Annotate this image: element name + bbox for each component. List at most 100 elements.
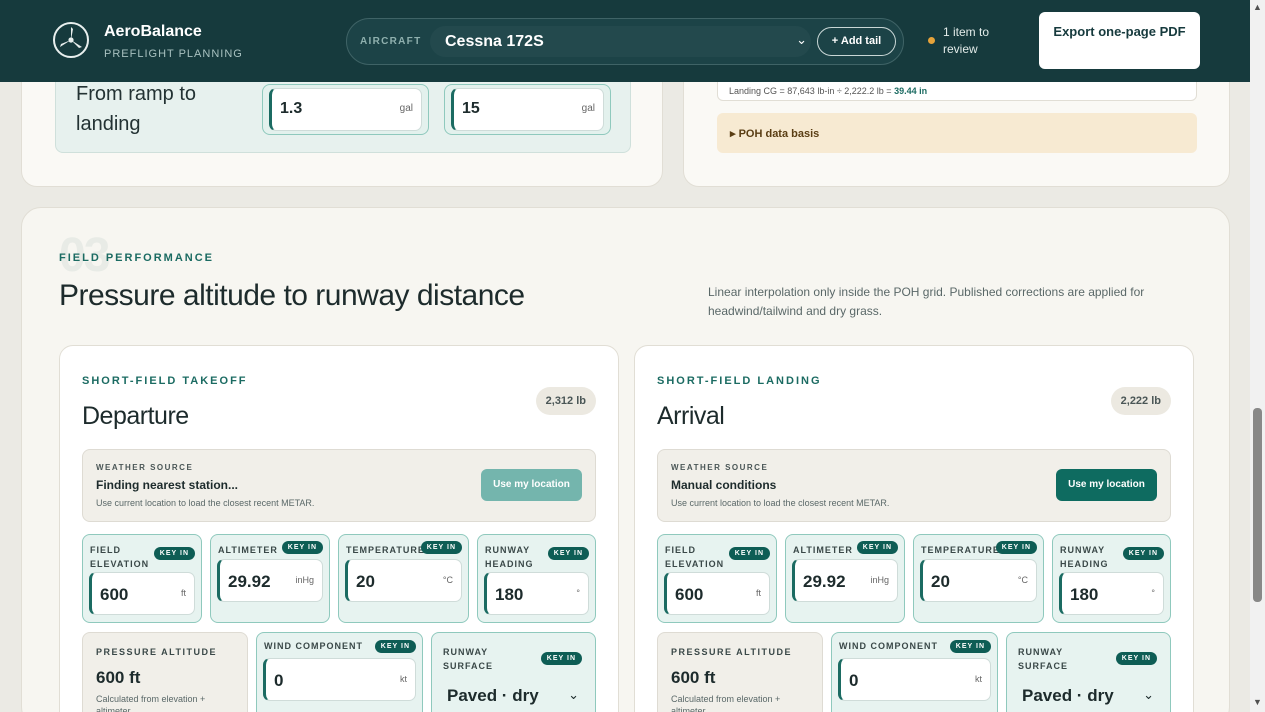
- field-performance-section: 03 FIELD PERFORMANCE Pressure altitude t…: [21, 207, 1230, 712]
- weather-status: Manual conditions: [671, 478, 777, 492]
- poh-data-basis-toggle[interactable]: ▸ POH data basis: [717, 113, 1197, 153]
- field-elevation-label: FIELD ELEVATION: [90, 545, 150, 569]
- runway-surface-select[interactable]: RUNWAY SURFACE KEY IN Paved · dry ⌄: [431, 632, 596, 712]
- wind-component-unit: kt: [974, 674, 982, 684]
- key-in-badge: KEY IN: [1122, 547, 1164, 560]
- pressure-altitude-value: 600 ft: [671, 668, 716, 687]
- section-eyebrow: FIELD PERFORMANCE: [59, 252, 214, 264]
- key-in-badge: KEY IN: [1115, 652, 1157, 665]
- pressure-altitude-readout: PRESSURE ALTITUDE 600 ft Calculated from…: [82, 632, 248, 712]
- wind-component-label: WIND COMPONENT: [839, 641, 938, 651]
- review-status-link[interactable]: 1 item to review: [943, 24, 1013, 58]
- wind-component-field: WIND COMPONENT KEY IN 0 kt: [831, 632, 998, 712]
- scroll-down-arrow-icon[interactable]: ▼: [1253, 697, 1262, 707]
- fuel-input-1[interactable]: 1.3 gal: [269, 88, 422, 131]
- scrollbar-thumb[interactable]: [1253, 408, 1262, 602]
- fuel-input-2-unit: gal: [581, 103, 595, 114]
- altimeter-unit: inHg: [870, 575, 889, 585]
- runway-heading-field: RUNWAY HEADING KEY IN 180 °: [477, 534, 596, 623]
- export-pdf-button[interactable]: Export one-page PDF: [1039, 12, 1200, 69]
- wind-component-label: WIND COMPONENT: [264, 641, 363, 651]
- top-bar: AeroBalance PREFLIGHT PLANNING AIRCRAFT …: [0, 0, 1250, 82]
- aircraft-select[interactable]: Cessna 172S ⌄: [430, 26, 811, 57]
- fuel-input-2[interactable]: 15 gal: [451, 88, 604, 131]
- fuel-input-1-value: 1.3: [280, 100, 303, 117]
- takeoff-weather-source: WEATHER SOURCE Finding nearest station..…: [82, 449, 596, 522]
- temperature-input[interactable]: 20 °C: [920, 559, 1037, 602]
- runway-surface-value: Paved · dry: [447, 686, 539, 705]
- altimeter-value: 29.92: [803, 572, 846, 591]
- key-in-badge: KEY IN: [540, 652, 582, 665]
- use-my-location-button[interactable]: Use my location: [1056, 469, 1157, 501]
- pressure-altitude-help: Calculated from elevation + altimeter: [671, 694, 781, 712]
- field-elevation-label: FIELD ELEVATION: [665, 545, 725, 569]
- fuel-input-2-value: 15: [462, 100, 480, 117]
- field-elevation-input[interactable]: 600 ft: [664, 572, 770, 615]
- pressure-altitude-value: 600 ft: [96, 668, 141, 687]
- runway-heading-input[interactable]: 180 °: [484, 572, 589, 615]
- key-in-badge: KEY IN: [153, 547, 195, 560]
- takeoff-weight-badge: 2,312 lb: [535, 387, 596, 415]
- key-in-badge: KEY IN: [420, 541, 462, 554]
- runway-heading-label: RUNWAY HEADING: [485, 545, 534, 569]
- takeoff-title: Departure: [82, 402, 189, 430]
- landing-weather-source: WEATHER SOURCE Manual conditions Use cur…: [657, 449, 1171, 522]
- chevron-down-icon: ⌄: [796, 32, 807, 47]
- temperature-unit: °C: [1017, 575, 1028, 585]
- brand-name: AeroBalance: [104, 23, 202, 40]
- temperature-value: 20: [931, 572, 950, 591]
- runway-heading-field: RUNWAY HEADING KEY IN 180 °: [1052, 534, 1171, 623]
- key-in-badge: KEY IN: [547, 547, 589, 560]
- key-in-badge: KEY IN: [281, 541, 323, 554]
- key-in-badge: KEY IN: [949, 640, 991, 653]
- add-tail-button[interactable]: + Add tail: [817, 27, 896, 56]
- weather-help: Use current location to load the closest…: [96, 498, 315, 508]
- landing-eyebrow: SHORT-FIELD LANDING: [657, 375, 822, 387]
- runway-surface-value: Paved · dry: [1022, 686, 1114, 705]
- page-scrollbar[interactable]: ▲ ▼: [1250, 0, 1265, 712]
- wind-component-field: WIND COMPONENT KEY IN 0 kt: [256, 632, 423, 712]
- altimeter-input[interactable]: 29.92 inHg: [217, 559, 323, 602]
- aircraft-selector-group: AIRCRAFT Cessna 172S ⌄ + Add tail: [346, 18, 904, 65]
- altimeter-input[interactable]: 29.92 inHg: [792, 559, 898, 602]
- scroll-up-arrow-icon[interactable]: ▲: [1253, 2, 1262, 12]
- pressure-altitude-label: PRESSURE ALTITUDE: [671, 647, 793, 657]
- aircraft-label: AIRCRAFT: [360, 36, 422, 47]
- temperature-unit: °C: [442, 575, 453, 585]
- landing-cg-formula: Landing CG = 87,643 lb-in ÷ 2,222.2 lb =…: [729, 86, 927, 96]
- fuel-field-2: 15 gal: [444, 84, 611, 135]
- wind-component-value: 0: [274, 671, 284, 690]
- fuel-field-1: 1.3 gal: [262, 84, 429, 135]
- runway-surface-select[interactable]: RUNWAY SURFACE KEY IN Paved · dry ⌄: [1006, 632, 1171, 712]
- runway-surface-label: RUNWAY SURFACE: [443, 647, 494, 671]
- runway-heading-unit: °: [1151, 588, 1155, 598]
- use-my-location-button[interactable]: Use my location: [481, 469, 582, 501]
- review-status-dot: [928, 37, 935, 44]
- wind-component-input[interactable]: 0 kt: [838, 658, 991, 701]
- wind-component-input[interactable]: 0 kt: [263, 658, 416, 701]
- chevron-down-icon: ⌄: [1143, 687, 1154, 702]
- field-elevation-field: FIELD ELEVATION KEY IN 600 ft: [82, 534, 202, 623]
- temperature-value: 20: [356, 572, 375, 591]
- pressure-altitude-help: Calculated from elevation + altimeter: [96, 694, 206, 712]
- field-elevation-field: FIELD ELEVATION KEY IN 600 ft: [657, 534, 777, 623]
- runway-heading-label: RUNWAY HEADING: [1060, 545, 1109, 569]
- fuel-input-1-unit: gal: [399, 103, 413, 114]
- landing-cg-result: 39.44 in: [894, 86, 928, 96]
- runway-heading-input[interactable]: 180 °: [1059, 572, 1164, 615]
- field-elevation-input[interactable]: 600 ft: [89, 572, 195, 615]
- landing-card: SHORT-FIELD LANDING Arrival 2,222 lb WEA…: [634, 345, 1194, 712]
- landing-weight-badge: 2,222 lb: [1110, 387, 1171, 415]
- section-title: Pressure altitude to runway distance: [59, 279, 525, 312]
- temperature-input[interactable]: 20 °C: [345, 559, 462, 602]
- wind-component-unit: kt: [399, 674, 407, 684]
- fuel-burn-label: From ramp to landing: [76, 83, 197, 135]
- chevron-down-icon: ⌄: [568, 687, 579, 702]
- altimeter-value: 29.92: [228, 572, 271, 591]
- takeoff-card: SHORT-FIELD TAKEOFF Departure 2,312 lb W…: [59, 345, 619, 712]
- temperature-label: TEMPERATURE: [346, 545, 425, 555]
- weather-status: Finding nearest station...: [96, 478, 239, 492]
- key-in-badge: KEY IN: [995, 541, 1037, 554]
- key-in-badge: KEY IN: [374, 640, 416, 653]
- landing-cg-prefix: Landing CG = 87,643 lb-in ÷ 2,222.2 lb =: [729, 86, 895, 96]
